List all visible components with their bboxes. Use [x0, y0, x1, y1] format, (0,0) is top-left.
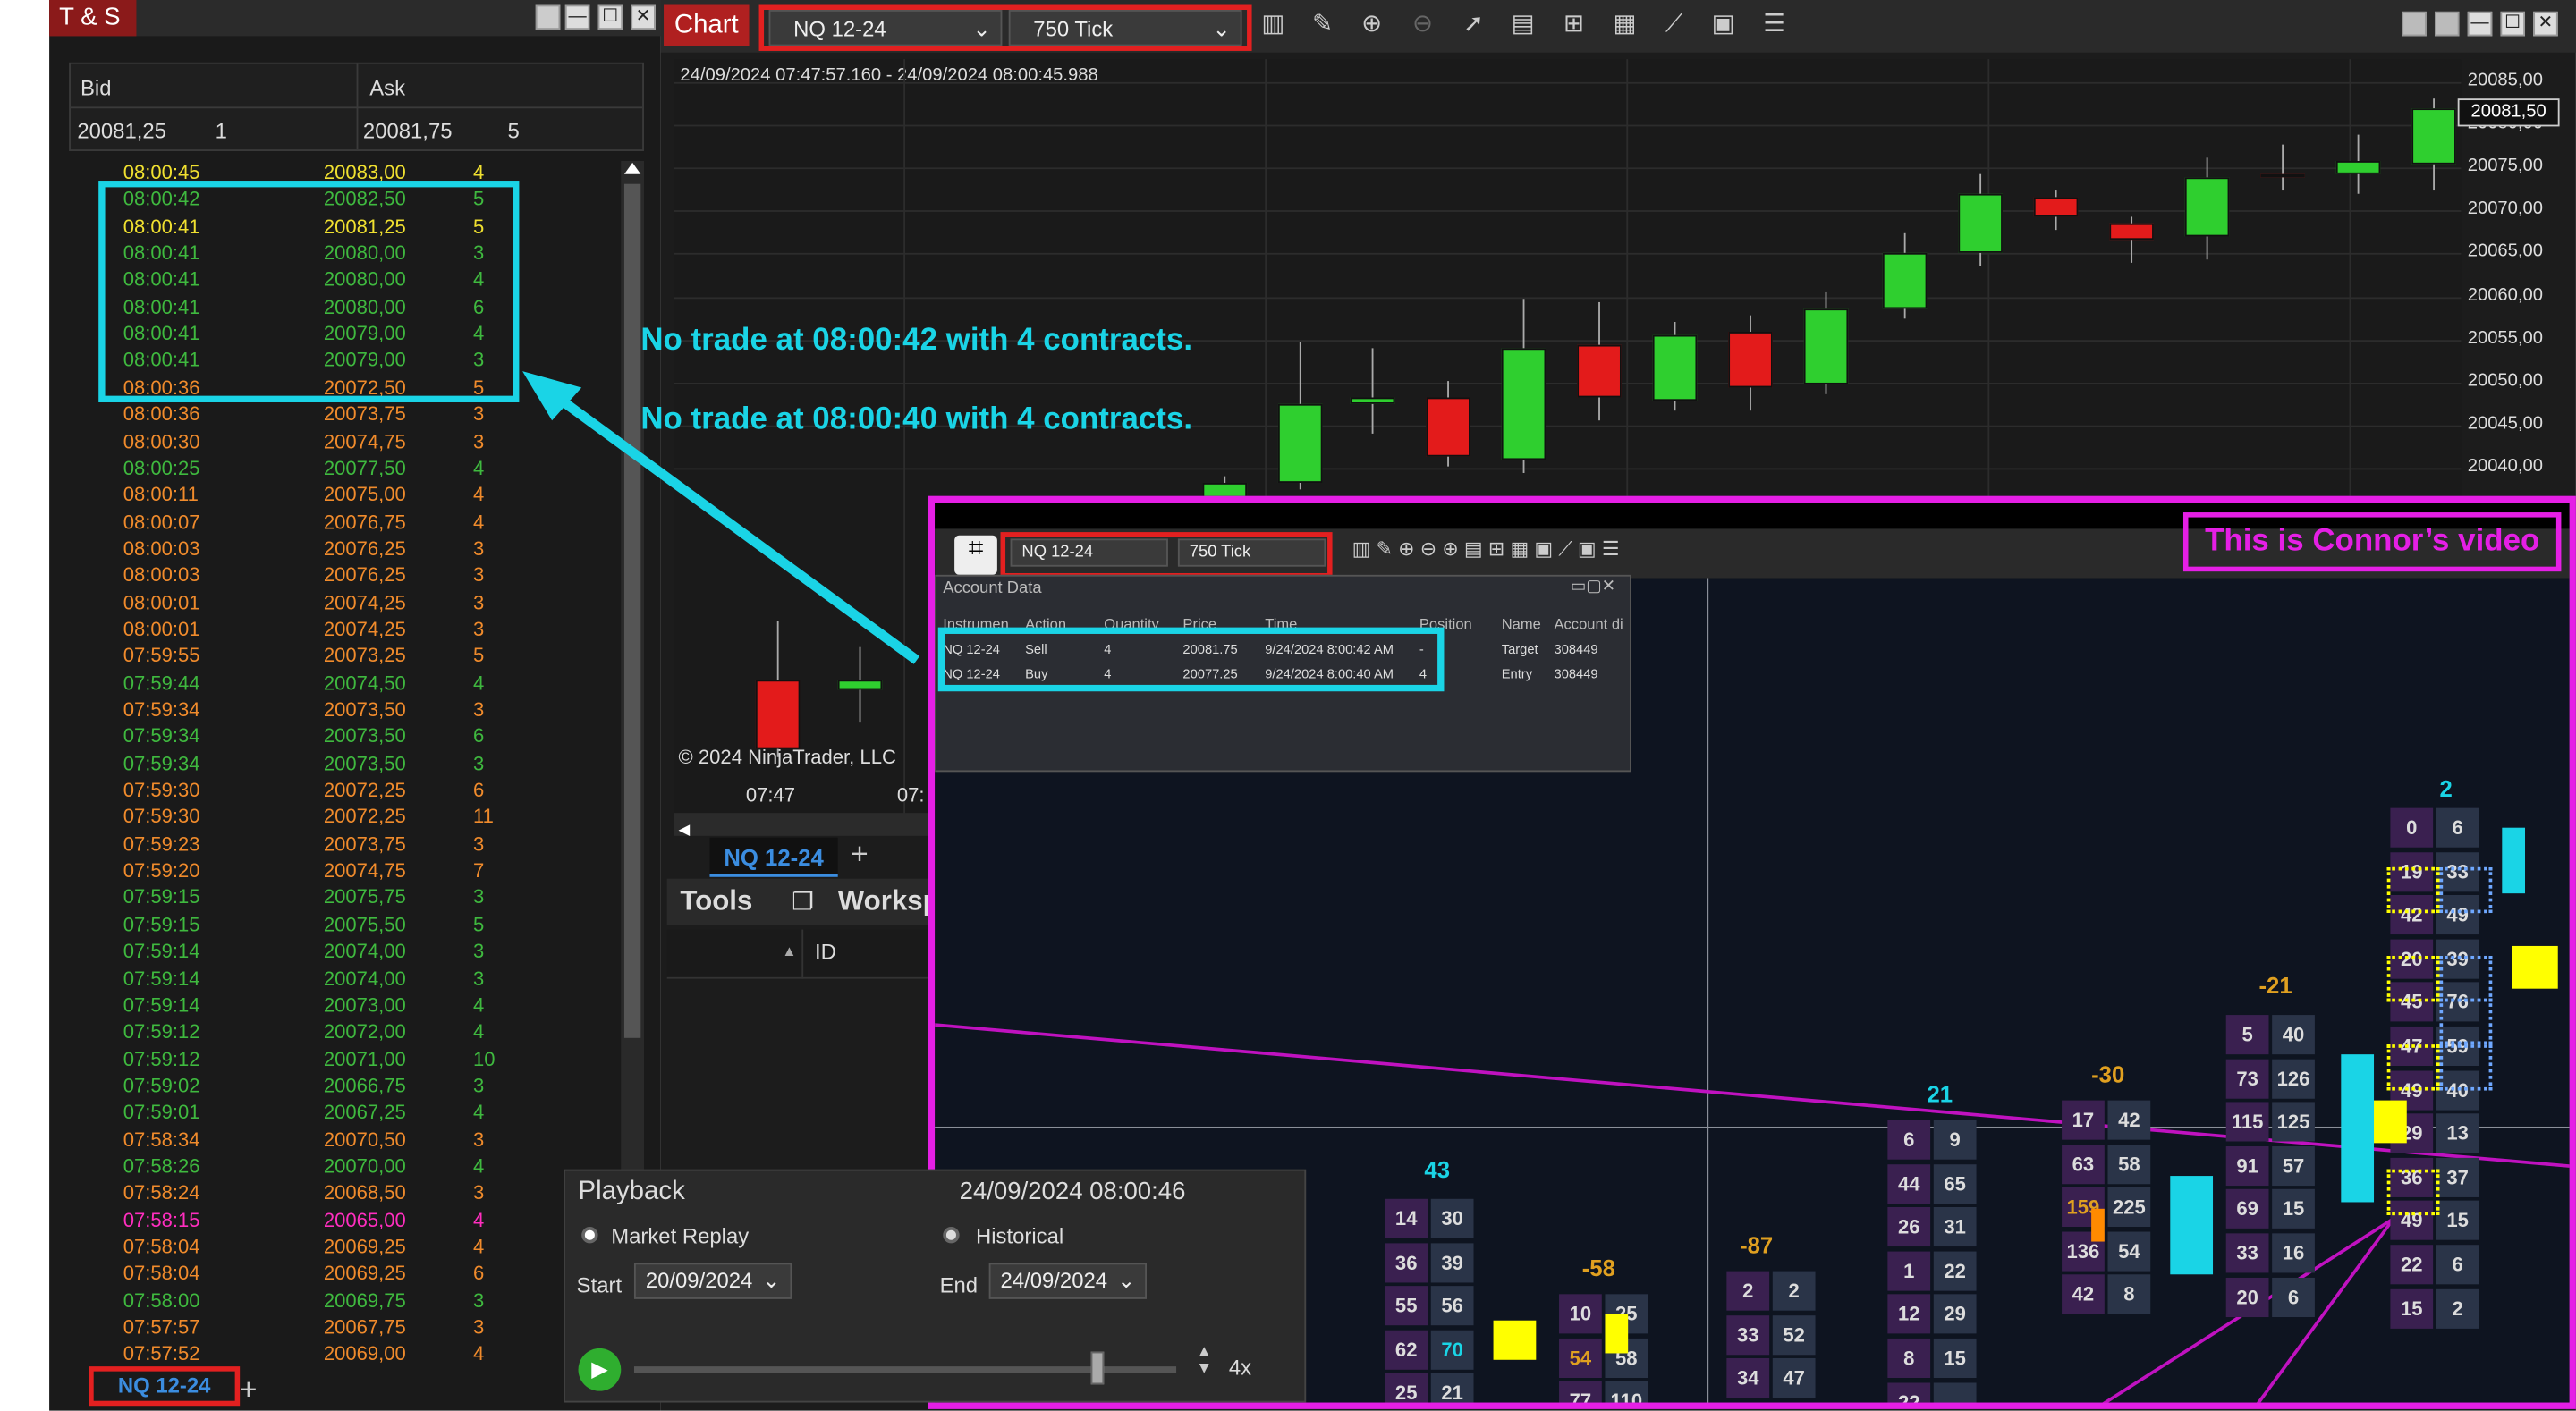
- annotation-arrow: [522, 371, 920, 664]
- arrow-shaft: [552, 392, 920, 664]
